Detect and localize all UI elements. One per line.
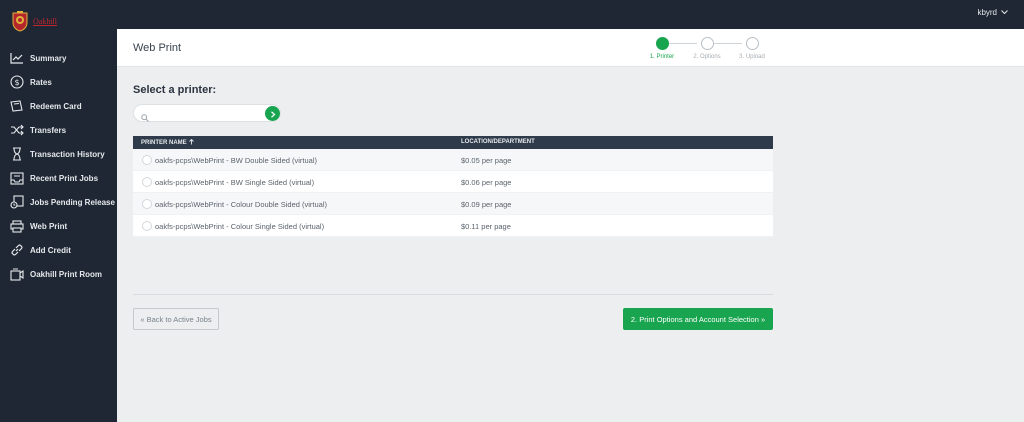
sidebar-item-transaction-history[interactable]: Transaction History [0,142,117,166]
printer-location: $0.06 per page [461,178,512,187]
sidebar-item-recent-print-jobs[interactable]: Recent Print Jobs [0,166,117,190]
step-3-label: 3. Upload [739,54,765,60]
inbox-icon [9,171,24,186]
top-bar: kbyrd [117,0,1024,29]
logo[interactable]: Oakhill [10,8,70,34]
step-3-dot [746,37,759,50]
printer-location: $0.09 per page [461,200,512,209]
sidebar-item-oakhill-print-room[interactable]: Oakhill Print Room [0,262,117,286]
sidebar-item-label: Web Print [30,221,68,231]
printer-search [133,104,281,122]
sidebar-item-label: Recent Print Jobs [30,173,99,183]
chart-line-icon [9,51,24,66]
user-menu[interactable]: kbyrd [977,8,1008,17]
sidebar-item-label: Rates [30,77,52,87]
sidebar-item-summary[interactable]: Summary [0,46,117,70]
search-go-button[interactable] [265,106,280,121]
table-row[interactable]: oakfs-pcps\WebPrint - BW Single Sided (v… [133,171,773,193]
crest-icon [10,10,30,32]
sidebar-item-transfers[interactable]: Transfers [0,118,117,142]
select-printer-heading: Select a printer: [133,84,217,96]
page-header: Web Print 1. Printer 2. Options 3. Uploa… [117,29,1024,67]
sidebar-item-label: Summary [30,53,67,63]
print-room-icon [9,267,24,282]
step-1-dot [656,37,669,50]
search-input[interactable] [133,104,281,122]
printer-name: oakfs-pcps\WebPrint - BW Single Sided (v… [155,178,315,187]
divider [133,294,773,295]
search-icon [141,109,149,122]
print-options-next-button[interactable]: 2. Print Options and Account Selection » [623,308,773,330]
sidebar-item-label: Transfers [30,125,67,135]
printer-location: $0.11 per page [461,222,511,231]
chevron-right-icon [270,105,276,123]
step-connector [710,43,742,44]
step-2-dot [701,37,714,50]
printer-location: $0.05 per page [461,156,512,165]
sidebar: Oakhill Summary $ Rates Redeem Card Tran… [0,0,117,422]
table-row[interactable]: oakfs-pcps\WebPrint - Colour Single Side… [133,215,773,237]
printer-name: oakfs-pcps\WebPrint - Colour Double Side… [155,200,328,209]
dollar-icon: $ [9,75,24,90]
sidebar-item-rates[interactable]: $ Rates [0,70,117,94]
pending-doc-icon [9,195,24,210]
printer-radio[interactable] [142,199,152,209]
printer-name: oakfs-pcps\WebPrint - Colour Single Side… [155,222,325,231]
back-to-active-jobs-button[interactable]: « Back to Active Jobs [133,308,219,330]
column-header-location[interactable]: LOCATION/DEPARTMENT [461,139,535,145]
sidebar-item-label: Add Credit [30,245,71,255]
shuffle-icon [9,123,24,138]
hourglass-icon [9,147,24,162]
svg-text:$: $ [14,78,19,87]
sidebar-item-label: Oakhill Print Room [30,269,103,279]
printer-table: PRINTER NAME LOCATION/DEPARTMENT oakfs-p… [133,136,773,237]
table-row[interactable]: oakfs-pcps\WebPrint - BW Double Sided (v… [133,149,773,171]
arrow-up-icon [188,138,194,147]
printer-icon [9,219,24,234]
step-1-label: 1. Printer [649,54,675,60]
sidebar-item-label: Transaction History [30,149,105,159]
column-header-printer-name[interactable]: PRINTER NAME [141,138,194,147]
sidebar-item-label: Redeem Card [30,101,82,111]
sidebar-nav: Summary $ Rates Redeem Card Transfers Tr… [0,46,117,286]
step-2-label: 2. Options [693,54,721,60]
chevron-down-icon [1001,8,1008,17]
table-body: oakfs-pcps\WebPrint - BW Double Sided (v… [133,149,773,237]
printer-radio[interactable] [142,221,152,231]
link-icon [9,243,24,258]
printer-radio[interactable] [142,177,152,187]
printer-name: oakfs-pcps\WebPrint - BW Double Sided (v… [155,156,318,165]
table-header: PRINTER NAME LOCATION/DEPARTMENT [133,136,773,149]
sidebar-item-web-print[interactable]: Web Print [0,214,117,238]
sidebar-item-add-credit[interactable]: Add Credit [0,238,117,262]
table-row[interactable]: oakfs-pcps\WebPrint - Colour Double Side… [133,193,773,215]
step-connector [665,43,697,44]
printer-radio[interactable] [142,155,152,165]
page-title: Web Print [133,42,182,54]
column-header-label: PRINTER NAME [141,140,187,146]
wizard-steps: 1. Printer 2. Options 3. Upload [646,37,806,65]
sidebar-item-label: Jobs Pending Release [30,197,115,207]
sidebar-item-jobs-pending-release[interactable]: Jobs Pending Release [0,190,117,214]
card-icon [9,99,24,114]
logo-text: Oakhill [33,16,57,26]
user-name: kbyrd [977,8,997,17]
sidebar-item-redeem-card[interactable]: Redeem Card [0,94,117,118]
